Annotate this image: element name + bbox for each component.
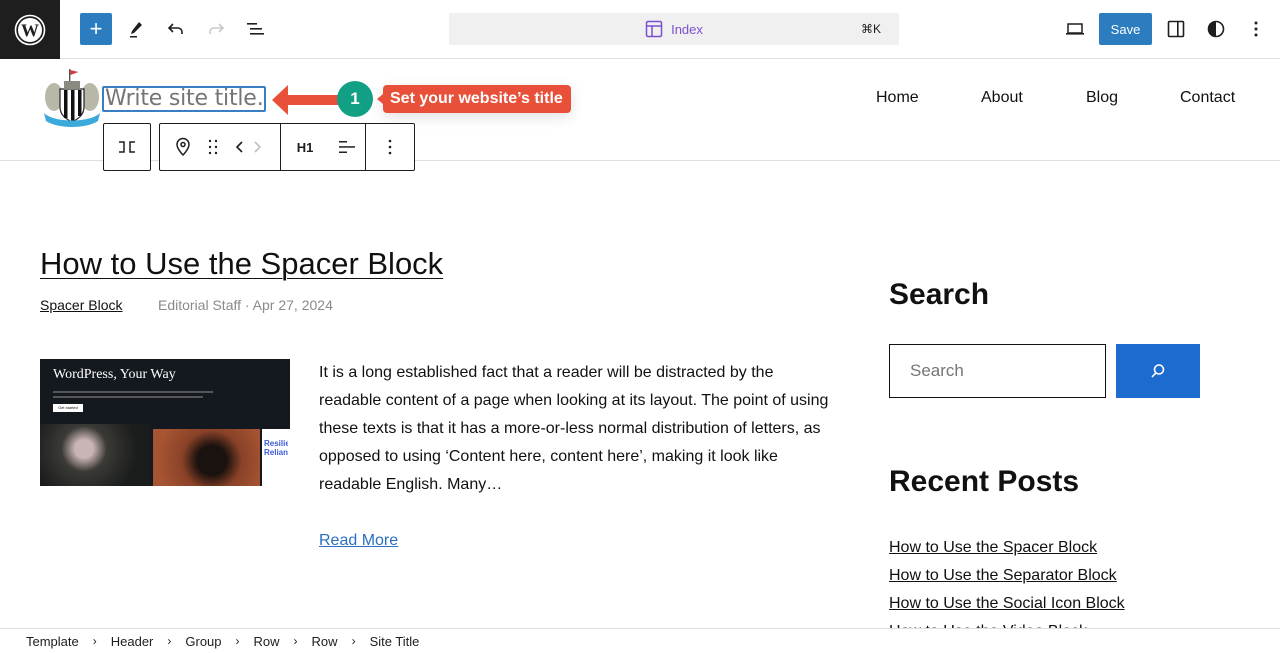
more-vertical-icon (388, 139, 392, 155)
chevron-right-icon: › (235, 634, 240, 648)
recent-post-link[interactable]: How to Use the Video Block (889, 618, 1125, 628)
search-heading: Search (889, 278, 990, 311)
nav-item-contact[interactable]: Contact (1180, 89, 1235, 107)
contrast-icon (1207, 20, 1225, 38)
block-breadcrumb: Template › Header › Group › Row › Row › … (0, 628, 1280, 653)
add-block-button[interactable]: + (80, 13, 112, 45)
nav-item-blog[interactable]: Blog (1086, 89, 1118, 107)
editor-top-bar: W + Index ⌘K Save (0, 0, 1280, 59)
sidebar-icon (1167, 20, 1185, 38)
breadcrumb-header[interactable]: Header (111, 634, 154, 649)
map-pin-icon (176, 137, 190, 157)
chevron-left-icon (235, 141, 243, 153)
chevron-right-icon: › (92, 634, 97, 648)
chevron-right-icon: › (293, 634, 298, 648)
recent-post-link[interactable]: How to Use the Social Icon Block (889, 590, 1125, 618)
breadcrumb-group[interactable]: Group (185, 634, 221, 649)
recent-post-link[interactable]: How to Use the Separator Block (889, 562, 1125, 590)
settings-sidebar-button[interactable] (1160, 13, 1192, 45)
chevron-right-icon (254, 141, 262, 153)
breadcrumb-row[interactable]: Row (312, 634, 338, 649)
save-button[interactable]: Save (1099, 13, 1152, 45)
thumbnail-button: Get started (53, 404, 83, 412)
post-featured-image[interactable]: WordPress, Your Way Get started Resilie … (40, 359, 290, 486)
select-parent-button[interactable] (104, 124, 150, 170)
block-options-button[interactable] (366, 124, 414, 170)
post-category-link[interactable]: Spacer Block (40, 297, 122, 313)
post-title-link[interactable]: How to Use the Spacer Block (40, 246, 443, 282)
move-left-button[interactable] (230, 124, 250, 170)
command-palette-bar[interactable]: Index ⌘K (449, 13, 899, 45)
block-type-button[interactable] (160, 124, 206, 170)
undo-button[interactable] (160, 13, 192, 45)
nav-item-about[interactable]: About (981, 89, 1023, 107)
recent-posts-list: How to Use the Spacer Block How to Use t… (889, 534, 1125, 628)
thumbnail-side-text: Resilie Relian (264, 439, 288, 457)
tools-button[interactable] (120, 13, 152, 45)
row-block-icon (119, 141, 135, 153)
svg-text:W: W (21, 20, 39, 40)
search-input[interactable] (889, 344, 1106, 398)
drag-handle[interactable] (206, 124, 220, 170)
heading-level-button[interactable]: H1 (281, 124, 329, 170)
step-badge: 1 (337, 81, 373, 117)
template-name: Index (671, 21, 703, 37)
parent-block-toolbar (103, 123, 151, 171)
search-icon (1151, 364, 1165, 378)
preview-device-button[interactable] (1059, 13, 1091, 45)
options-menu-button[interactable] (1240, 13, 1272, 45)
align-left-icon (339, 141, 355, 153)
list-view-icon (247, 23, 264, 35)
block-toolbar: H1 (159, 123, 415, 171)
recent-posts-heading: Recent Posts (889, 465, 1080, 498)
site-logo[interactable] (40, 67, 104, 129)
nav-item-home[interactable]: Home (876, 89, 919, 107)
post-excerpt: It is a long established fact that a rea… (319, 364, 829, 493)
editor-canvas: Write site title… 1 Set your website’s t… (0, 59, 1280, 628)
breadcrumb-template[interactable]: Template (26, 634, 79, 649)
search-button[interactable] (1116, 344, 1200, 398)
chevron-right-icon: › (351, 634, 356, 648)
wordpress-logo-button[interactable]: W (0, 0, 60, 59)
template-icon (645, 20, 663, 38)
breadcrumb-site-title: Site Title (369, 633, 420, 649)
drag-handle-icon (208, 139, 218, 155)
align-text-button[interactable] (329, 124, 365, 170)
keyboard-shortcut: ⌘K (860, 22, 881, 36)
redo-button[interactable] (200, 13, 232, 45)
read-more-link[interactable]: Read More (319, 532, 398, 550)
site-title-input[interactable]: Write site title… (102, 86, 266, 112)
wordpress-icon: W (14, 14, 46, 45)
post-meta: Editorial Staff · Apr 27, 2024 (158, 297, 333, 313)
undo-icon (167, 23, 183, 34)
breadcrumb-row[interactable]: Row (254, 634, 280, 649)
chevron-right-icon: › (167, 634, 172, 648)
recent-post-link[interactable]: How to Use the Spacer Block (889, 534, 1125, 562)
redo-icon (209, 23, 225, 34)
styles-button[interactable] (1200, 13, 1232, 45)
move-right-button[interactable] (250, 124, 264, 170)
thumbnail-headline: WordPress, Your Way (53, 367, 176, 382)
pencil-icon (130, 22, 142, 38)
annotation-arrow (272, 85, 338, 115)
laptop-icon (1066, 23, 1084, 35)
more-vertical-icon (1254, 21, 1258, 37)
document-overview-button[interactable] (240, 13, 272, 45)
annotation-tooltip: Set your website’s title (377, 85, 571, 113)
